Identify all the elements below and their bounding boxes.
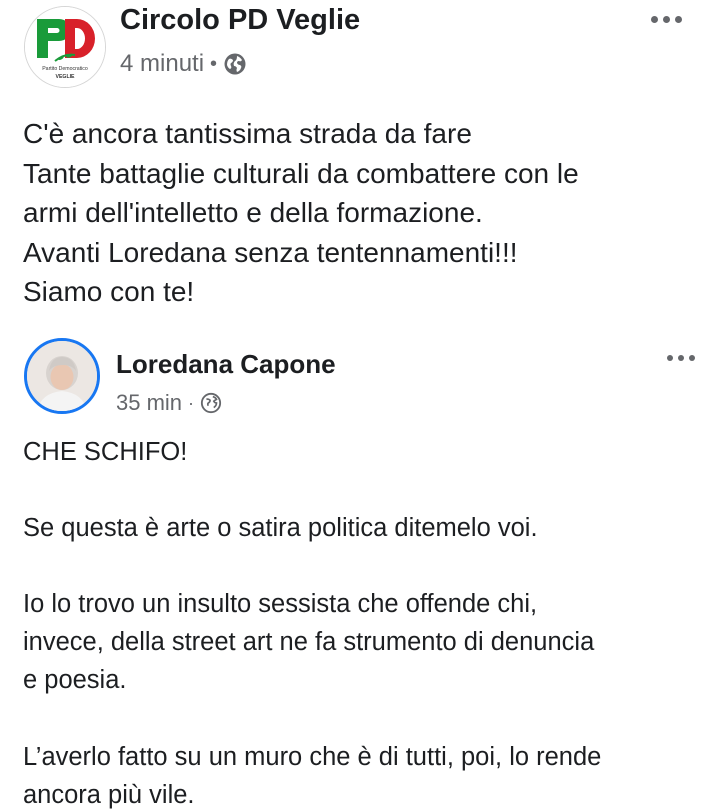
- shared-post-time[interactable]: 35 min: [116, 390, 182, 416]
- shared-text-line: L’averlo fatto su un muro che è di tutti…: [23, 743, 602, 771]
- page-name[interactable]: Circolo PD Veglie: [120, 4, 360, 37]
- page-avatar[interactable]: Partito Democratico VEGLIE: [24, 6, 106, 88]
- post-text-line: Tante battaglie culturali da combattere …: [23, 157, 579, 189]
- post-text-line: armi dell'intelletto e della formazione.: [23, 197, 483, 228]
- globe-icon[interactable]: [223, 52, 247, 76]
- shared-text-line: invece, della street art ne fa strumento…: [23, 628, 595, 656]
- post-header: Partito Democratico VEGLIE Circolo PD Ve…: [0, 0, 720, 100]
- meta-separator: •: [210, 52, 218, 75]
- post-meta: 4 minuti •: [120, 50, 247, 78]
- shared-text-line: Se questa è arte o satira politica ditem…: [23, 514, 538, 542]
- more-options-icon[interactable]: [667, 355, 695, 361]
- pd-logo: Partito Democratico VEGLIE: [25, 7, 105, 87]
- person-photo: [27, 341, 97, 411]
- post-text-line: Avanti Loredana senza tentennamenti!!!: [23, 236, 518, 268]
- shared-text-line: e poesia.: [23, 666, 127, 694]
- meta-separator: ·: [188, 392, 195, 413]
- shared-post-meta: 35 min ·: [116, 390, 222, 416]
- post-time[interactable]: 4 minuti: [120, 50, 204, 78]
- author-avatar[interactable]: [24, 338, 100, 414]
- shared-text-line: CHE SCHIFO!: [23, 438, 188, 466]
- logo-text-1: Partito Democratico: [42, 66, 88, 72]
- shared-text-line: Io lo trovo un insulto sessista che offe…: [23, 590, 538, 618]
- post-text-line: C'è ancora tantissima strada da fare: [23, 118, 472, 149]
- more-options-icon[interactable]: [651, 16, 682, 23]
- post-text: C'è ancora tantissima strada da fare Tan…: [23, 114, 703, 312]
- logo-text-2: VEGLIE: [55, 74, 75, 80]
- shared-post-header: Loredana Capone 35 min ·: [0, 335, 720, 425]
- globe-icon[interactable]: [200, 392, 222, 414]
- post-text-line: Siamo con te!: [23, 276, 195, 307]
- author-name[interactable]: Loredana Capone: [116, 349, 336, 380]
